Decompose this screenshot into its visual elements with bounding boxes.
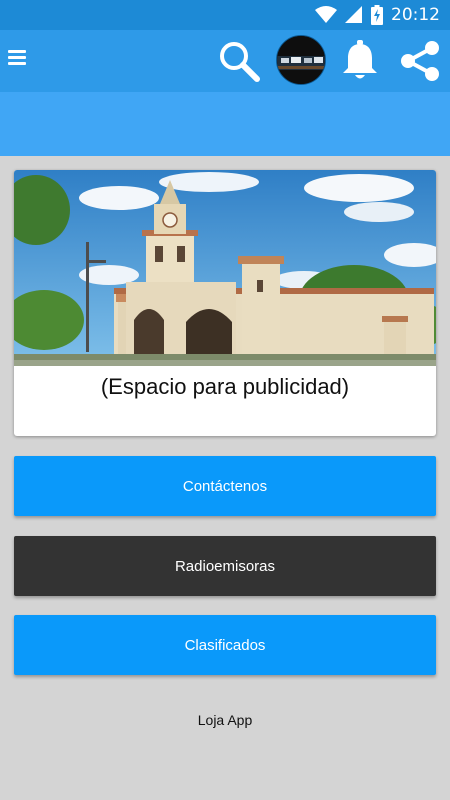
classifieds-button[interactable]: Clasificados: [14, 615, 436, 675]
menu-icon[interactable]: [8, 47, 28, 75]
status-time: 20:12: [391, 5, 440, 25]
share-button[interactable]: [397, 38, 443, 84]
search-button[interactable]: [216, 38, 262, 84]
share-icon: [401, 41, 439, 81]
avatar[interactable]: [276, 35, 326, 85]
sub-header-bar: [0, 92, 450, 156]
battery-charging-icon: [371, 5, 383, 25]
signal-icon: [345, 6, 362, 23]
contact-button[interactable]: Contáctenos: [14, 456, 436, 516]
search-icon: [220, 42, 260, 82]
avatar-image: [277, 36, 325, 84]
wifi-icon: [315, 6, 337, 23]
notifications-button[interactable]: [337, 38, 383, 84]
bell-icon: [343, 40, 377, 79]
radio-stations-button[interactable]: Radioemisoras: [14, 536, 436, 596]
ad-card[interactable]: (Espacio para publicidad): [14, 170, 436, 436]
ad-image: [14, 170, 436, 366]
ad-placeholder-text: (Espacio para publicidad): [100, 374, 350, 399]
status-bar: 20:12: [0, 0, 450, 30]
app-bar: [0, 30, 450, 92]
footer-app-name: Loja App: [197, 712, 253, 728]
